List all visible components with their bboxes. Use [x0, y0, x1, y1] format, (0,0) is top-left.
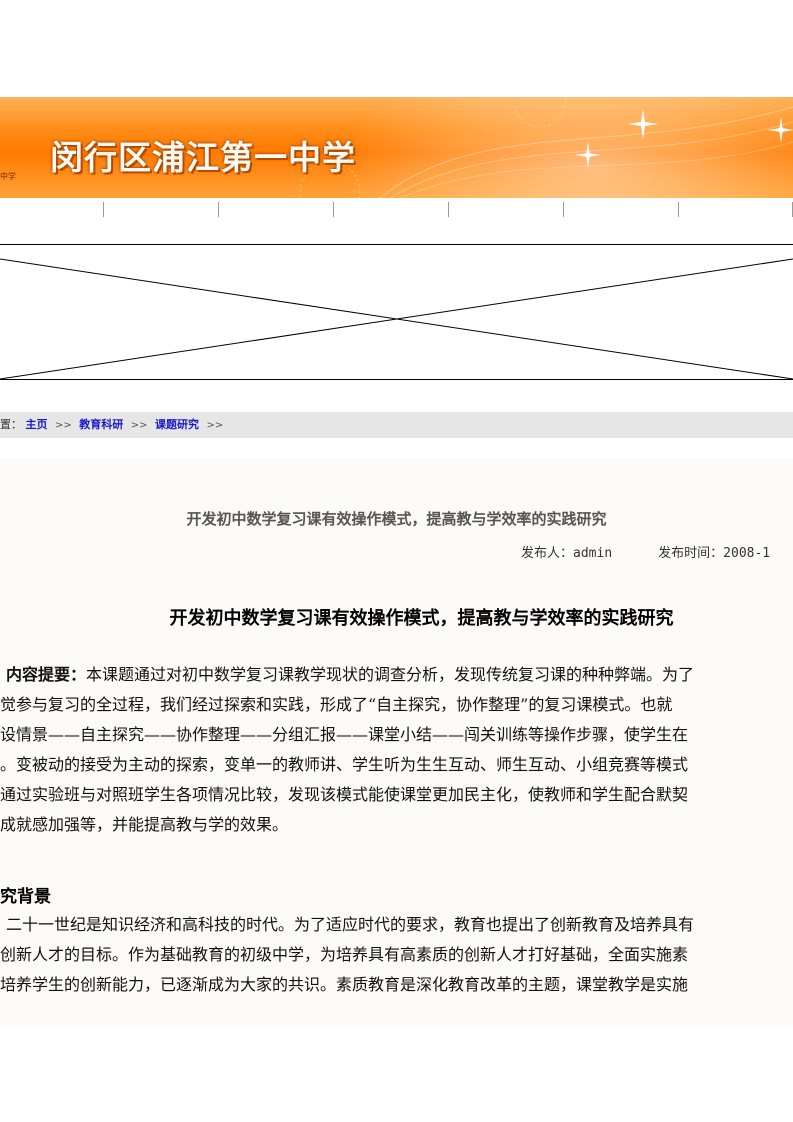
nav-separator [563, 202, 564, 217]
broken-image-icon [0, 258, 793, 379]
breadcrumb-prefix: 置： [0, 418, 22, 431]
background-line: 创新人才的目标。作为基础教育的初级中学，为培养具有高素质的创新人才打好基础，全面… [0, 945, 689, 964]
school-subtitle: 中学 [0, 172, 16, 181]
breadcrumb-topic-link[interactable]: 课题研究 [155, 418, 199, 431]
summary-line: 本课题通过对初中数学复习课教学现状的调查分析，发现传统复习课的种种弊端。为了 [86, 665, 695, 684]
breadcrumb: 置： 主页 >> 教育科研 >> 课题研究 >> [0, 412, 793, 438]
summary-line: 设情景——自主探究——协作整理——分组汇报——课堂小结——闯关训练等操作步骤，使… [0, 725, 689, 744]
summary-line: 。变被动的接受为主动的探索，变单一的教师讲、学生听为生生互动、师生互动、小组竞赛… [0, 755, 689, 774]
breadcrumb-separator: >> [206, 420, 224, 431]
publisher-label: 发布人： [521, 546, 574, 561]
sparkle-icon [628, 109, 658, 139]
main-nav [0, 199, 793, 219]
nav-separator [218, 202, 219, 217]
breadcrumb-research-link[interactable]: 教育科研 [79, 418, 123, 431]
breadcrumb-home-link[interactable]: 主页 [26, 418, 48, 431]
article-meta: 发布人：admin 发布时间：2008-1 [521, 542, 770, 561]
section-title: 究背景 [0, 887, 51, 907]
breadcrumb-separator: >> [55, 420, 72, 431]
nav-separator [678, 202, 679, 217]
summary-label: 内容提要： [6, 665, 87, 684]
sparkle-icon [768, 117, 793, 143]
background-paragraph: 二十一世纪是知识经济和高科技的时代。为了适应时代的要求，教育也提出了创新教育及培… [0, 910, 793, 1000]
summary-line: 成就感加强等，并能提高教与学的效果。 [0, 815, 289, 834]
image-placeholder [0, 244, 793, 380]
article-content: 开发初中数学复习课有效操作模式，提高教与学效率的实践研究 发布人：admin 发布… [0, 458, 793, 1028]
summary-line: 通过实验班与对照班学生各项情况比较，发现该模式能使课堂更加民主化，使教师和学生配… [0, 785, 689, 804]
school-title: 闵行区浦江第一中学 [50, 138, 356, 177]
summary-line: 觉参与复习的全过程，我们经过探索和实践，形成了“自主探究，协作整理”的复习课模式… [0, 695, 673, 714]
article-heading: 开发初中数学复习课有效操作模式，提高教与学效率的实践研究 [169, 608, 674, 629]
summary-paragraph: 内容提要：本课题通过对初中数学复习课教学现状的调查分析，发现传统复习课的种种弊端… [0, 660, 793, 840]
sparkle-icon [575, 142, 601, 168]
header-banner: 闵行区浦江第一中学 中学 [0, 97, 793, 198]
nav-separator [448, 202, 449, 217]
breadcrumb-separator: >> [130, 420, 148, 431]
background-line: 二十一世纪是知识经济和高科技的时代。为了适应时代的要求，教育也提出了创新教育及培… [6, 915, 695, 934]
publisher-value: admin [573, 546, 613, 561]
publish-time-label: 发布时间： [658, 546, 724, 561]
nav-separator [333, 202, 334, 217]
article-title: 开发初中数学复习课有效操作模式，提高教与学效率的实践研究 [186, 510, 607, 528]
background-line: 培养学生的创新能力，已逐渐成为大家的共识。素质教育是深化教育改革的主题，课堂教学… [0, 975, 689, 994]
nav-separator [103, 202, 104, 217]
publish-time-value: 2008-1 [723, 546, 771, 561]
